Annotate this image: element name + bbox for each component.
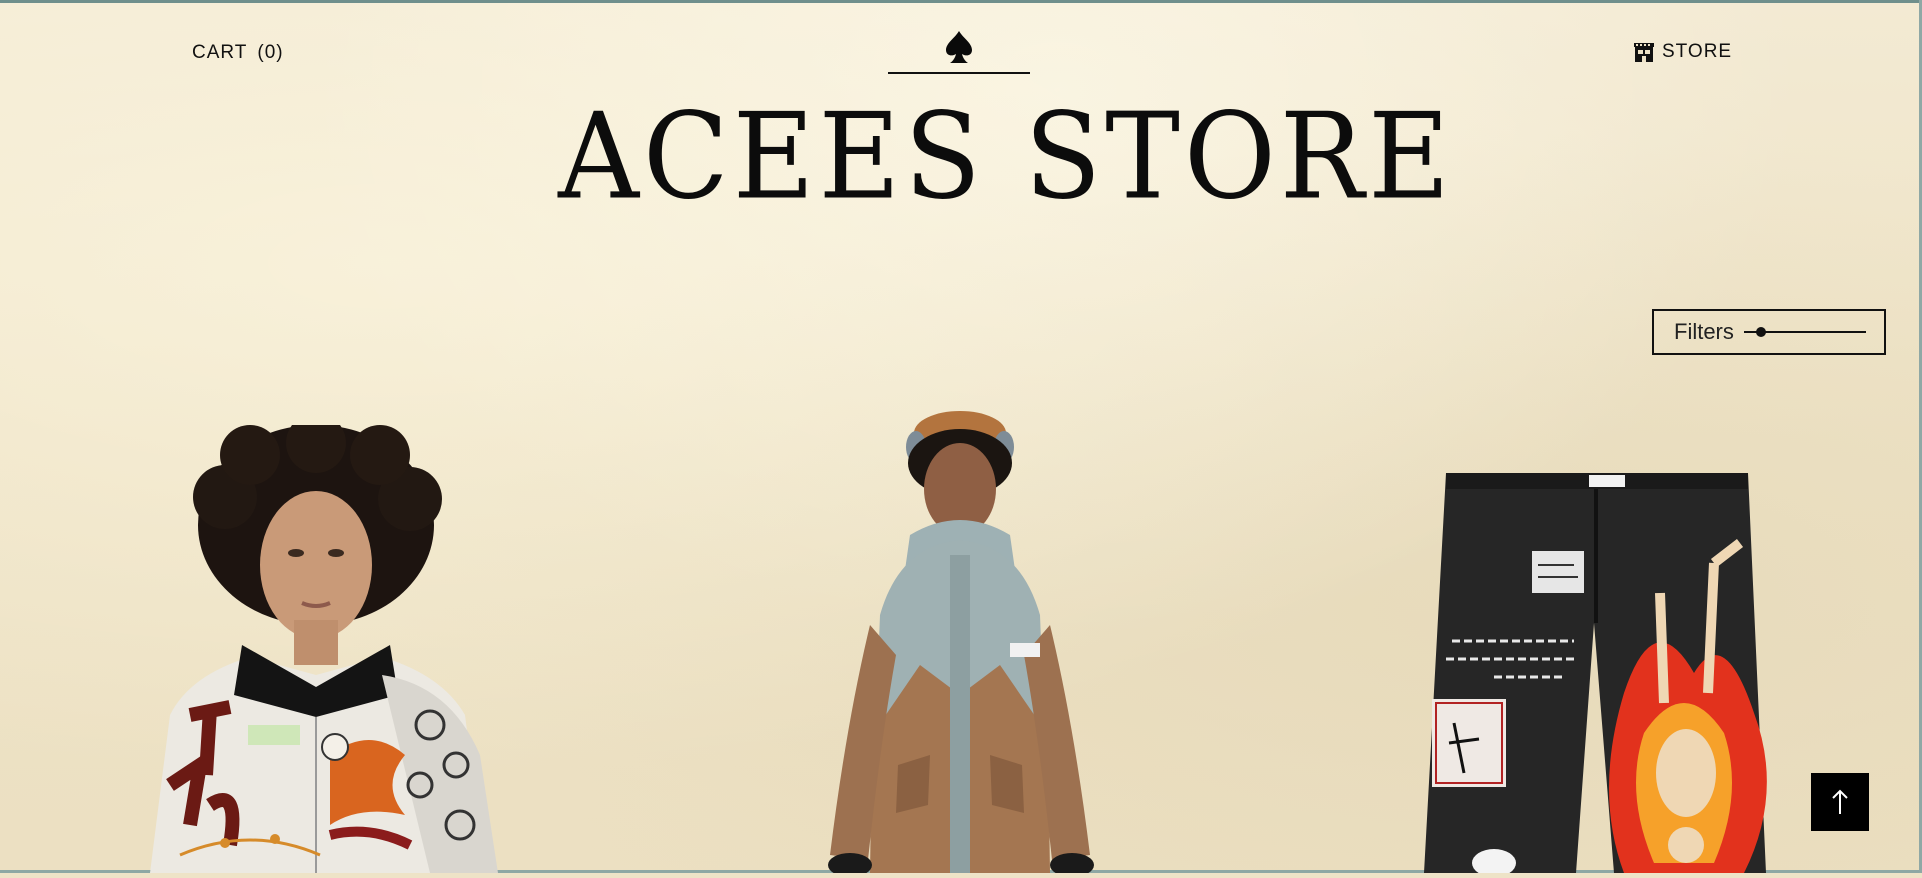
cart-count: (0) xyxy=(257,42,284,63)
slider-icon xyxy=(1743,325,1866,339)
logo-underline xyxy=(888,72,1030,74)
storefront-icon xyxy=(1634,43,1654,62)
cart-link[interactable]: CART (0) xyxy=(192,42,284,64)
page-title: ACEES STORE xyxy=(558,88,1454,226)
logo-home-link[interactable] xyxy=(888,30,1030,76)
filters-button[interactable]: Filters xyxy=(1652,309,1886,355)
product-image xyxy=(828,411,1094,877)
product-image xyxy=(1424,473,1767,877)
spade-icon xyxy=(946,31,972,63)
cart-label: CART xyxy=(192,42,248,63)
product-card-parka[interactable] xyxy=(810,405,1110,877)
back-to-top-button[interactable] xyxy=(1811,773,1869,831)
product-card-jacket[interactable] xyxy=(130,413,505,873)
store-label: STORE xyxy=(1662,41,1733,62)
store-link[interactable]: STORE xyxy=(1632,40,1732,64)
arrow-up-icon xyxy=(1832,789,1848,814)
filters-label: Filters xyxy=(1674,319,1734,344)
product-image xyxy=(150,413,498,873)
product-card-jeans[interactable] xyxy=(1424,473,1790,877)
